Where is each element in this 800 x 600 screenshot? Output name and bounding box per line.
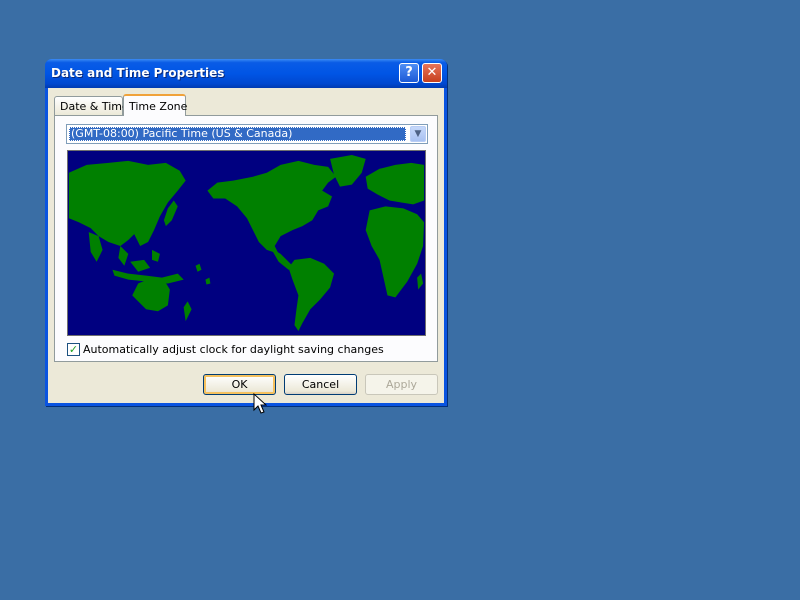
apply-button[interactable]: Apply: [365, 374, 438, 395]
date-time-properties-window: Date and Time Properties ? ✕ Date & Time…: [45, 59, 447, 406]
tab-date-and-time[interactable]: Date & Time: [54, 96, 129, 115]
map-land-asia: [68, 160, 186, 246]
map-land-se-asia: [118, 245, 160, 272]
map-land-pacific-islands: [195, 263, 211, 285]
dst-label[interactable]: Automatically adjust clock for daylight …: [83, 343, 384, 356]
title-bar[interactable]: Date and Time Properties ? ✕: [45, 59, 447, 88]
map-land-madagascar: [417, 273, 424, 290]
close-button[interactable]: ✕: [422, 63, 442, 83]
window-title: Date and Time Properties: [51, 66, 225, 80]
dst-checkbox[interactable]: ✓: [67, 343, 80, 356]
chevron-down-icon: ▼: [414, 129, 422, 139]
mouse-pointer-icon: [253, 393, 267, 414]
close-icon: ✕: [426, 65, 438, 80]
dialog-client-area: Date & Time Time Zone (GMT-08:00) Pacifi…: [48, 88, 444, 403]
dropdown-arrow-button[interactable]: ▼: [410, 126, 426, 142]
time-zone-panel: (GMT-08:00) Pacific Time (US & Canada) ▼: [54, 115, 438, 362]
ok-button[interactable]: OK: [203, 374, 276, 395]
map-land-north-america: [207, 160, 337, 254]
map-land-europe: [365, 162, 425, 205]
help-icon: ?: [405, 65, 413, 80]
world-map-graphic: [68, 154, 425, 332]
tab-time-zone[interactable]: Time Zone: [123, 94, 187, 116]
cancel-button[interactable]: Cancel: [284, 374, 357, 395]
world-map: [67, 150, 426, 336]
time-zone-dropdown[interactable]: (GMT-08:00) Pacific Time (US & Canada) ▼: [66, 124, 428, 144]
help-button[interactable]: ?: [399, 63, 419, 83]
checkmark-icon: ✓: [68, 343, 79, 356]
map-land-south-america: [288, 257, 335, 332]
map-land-new-zealand: [183, 301, 192, 322]
map-land-greenland: [330, 154, 366, 187]
map-land-australia: [132, 277, 170, 312]
time-zone-selected-value: (GMT-08:00) Pacific Time (US & Canada): [69, 127, 406, 141]
map-land-africa: [365, 206, 425, 298]
